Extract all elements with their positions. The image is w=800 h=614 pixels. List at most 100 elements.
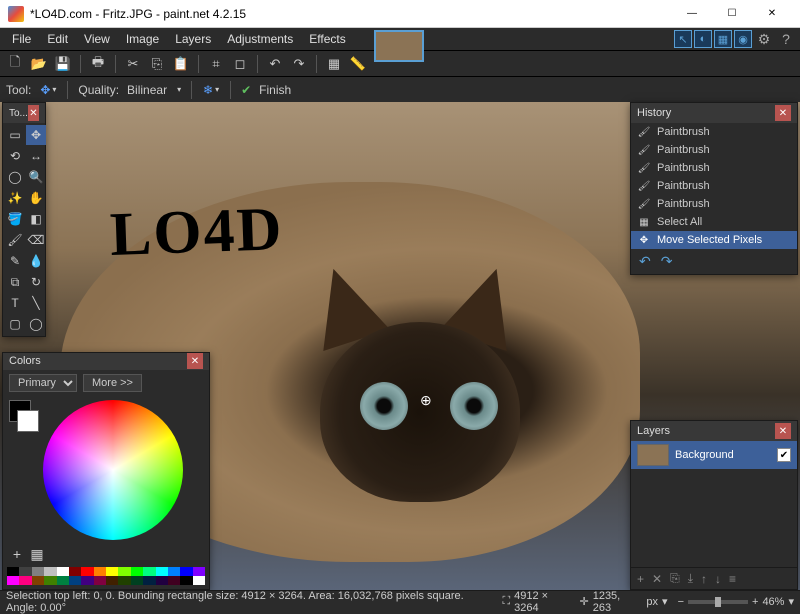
- palette-swatch[interactable]: [143, 567, 155, 576]
- move-tool-icon[interactable]: ✥▾: [39, 81, 57, 99]
- add-layer-icon[interactable]: +: [637, 572, 644, 586]
- menu-adjustments[interactable]: Adjustments: [219, 30, 301, 48]
- shapes-tool[interactable]: ◯: [26, 314, 46, 334]
- layer-item[interactable]: Background ✔: [631, 441, 797, 469]
- palette-swatch[interactable]: [131, 576, 143, 585]
- finish-button[interactable]: Finish: [259, 83, 291, 97]
- settings-icon[interactable]: ⚙: [754, 30, 774, 48]
- colors-panel-close-icon[interactable]: ✕: [187, 353, 203, 369]
- layer-visibility-checkbox[interactable]: ✔: [777, 448, 791, 462]
- lasso-tool[interactable]: ⟲: [5, 146, 25, 166]
- redo-button[interactable]: ↷: [661, 253, 673, 270]
- paint-bucket-tool[interactable]: 🪣: [5, 209, 25, 229]
- maximize-button[interactable]: ☐: [712, 0, 752, 28]
- palette-swatch[interactable]: [143, 576, 155, 585]
- colors-window-toggle-icon[interactable]: ◉: [734, 30, 752, 48]
- palette-swatch[interactable]: [156, 567, 168, 576]
- palette-swatch[interactable]: [57, 567, 69, 576]
- palette-swatch[interactable]: [131, 567, 143, 576]
- ellipse-select-tool[interactable]: ◯: [5, 167, 25, 187]
- text-tool[interactable]: T: [5, 293, 25, 313]
- palette-swatch[interactable]: [7, 576, 19, 585]
- document-thumbnail[interactable]: [374, 30, 424, 62]
- magic-wand-tool[interactable]: ✨: [5, 188, 25, 208]
- palette-swatch[interactable]: [180, 567, 192, 576]
- history-window-toggle-icon[interactable]: ◐: [694, 30, 712, 48]
- manage-palette-icon[interactable]: ▦: [29, 546, 45, 563]
- palette-swatch[interactable]: [168, 567, 180, 576]
- status-zoom[interactable]: 46%: [762, 596, 784, 608]
- minimize-button[interactable]: —: [672, 0, 712, 28]
- crop-icon[interactable]: ⌗: [207, 55, 225, 73]
- zoom-out-icon[interactable]: −: [678, 596, 684, 608]
- palette-swatch[interactable]: [81, 576, 93, 585]
- move-selection-tool[interactable]: ↔: [26, 146, 46, 166]
- recolor-tool[interactable]: ↻: [26, 272, 46, 292]
- merge-layer-icon[interactable]: ⤓: [688, 571, 693, 586]
- move-layer-up-icon[interactable]: ↑: [701, 572, 707, 586]
- close-button[interactable]: ✕: [752, 0, 792, 28]
- palette-swatch[interactable]: [32, 567, 44, 576]
- rectangle-tool[interactable]: ▢: [5, 314, 25, 334]
- sampling-icon[interactable]: ❄▾: [202, 81, 220, 99]
- ruler-icon[interactable]: 📏: [349, 55, 367, 73]
- clone-stamp-tool[interactable]: ⧉: [5, 272, 25, 292]
- palette-swatch[interactable]: [118, 567, 130, 576]
- move-layer-down-icon[interactable]: ↓: [715, 572, 721, 586]
- gradient-tool[interactable]: ◧: [26, 209, 46, 229]
- quality-value[interactable]: Bilinear: [127, 83, 167, 97]
- palette-swatch[interactable]: [69, 567, 81, 576]
- duplicate-layer-icon[interactable]: ⎘: [670, 571, 680, 586]
- palette-swatch[interactable]: [106, 576, 118, 585]
- new-icon[interactable]: 🗋: [6, 55, 24, 73]
- palette-swatch[interactable]: [19, 567, 31, 576]
- deselect-icon[interactable]: ◻: [231, 55, 249, 73]
- palette-swatch[interactable]: [19, 576, 31, 585]
- color-palette[interactable]: [7, 567, 205, 585]
- layers-window-toggle-icon[interactable]: ▦: [714, 30, 732, 48]
- palette-swatch[interactable]: [168, 576, 180, 585]
- palette-swatch[interactable]: [118, 576, 130, 585]
- palette-swatch[interactable]: [81, 567, 93, 576]
- layers-panel-close-icon[interactable]: ✕: [775, 423, 791, 439]
- open-icon[interactable]: 📂: [30, 55, 48, 73]
- eraser-tool[interactable]: ⌫: [26, 230, 46, 250]
- paste-icon[interactable]: 📋: [172, 55, 190, 73]
- history-item[interactable]: 🖌Paintbrush: [631, 123, 797, 141]
- zoom-slider[interactable]: [688, 600, 748, 604]
- palette-swatch[interactable]: [94, 576, 106, 585]
- palette-swatch[interactable]: [156, 576, 168, 585]
- history-item[interactable]: 🖌Paintbrush: [631, 159, 797, 177]
- palette-swatch[interactable]: [7, 567, 19, 576]
- palette-swatch[interactable]: [32, 576, 44, 585]
- pencil-tool[interactable]: ✎: [5, 251, 25, 271]
- palette-swatch[interactable]: [94, 567, 106, 576]
- palette-swatch[interactable]: [57, 576, 69, 585]
- menu-view[interactable]: View: [76, 30, 118, 48]
- color-swatches[interactable]: [9, 400, 37, 540]
- zoom-tool[interactable]: 🔍: [26, 167, 46, 187]
- color-wheel[interactable]: [43, 400, 183, 540]
- history-item[interactable]: 🖌Paintbrush: [631, 195, 797, 213]
- paintbrush-tool[interactable]: 🖌: [5, 230, 25, 250]
- palette-swatch[interactable]: [193, 576, 205, 585]
- zoom-in-icon[interactable]: +: [752, 596, 758, 608]
- status-unit[interactable]: px: [646, 596, 658, 608]
- quality-dropdown-icon[interactable]: ▾: [177, 85, 181, 94]
- pan-tool[interactable]: ✋: [26, 188, 46, 208]
- delete-layer-icon[interactable]: ✕: [652, 572, 662, 586]
- menu-file[interactable]: File: [4, 30, 39, 48]
- palette-swatch[interactable]: [106, 567, 118, 576]
- tools-window-toggle-icon[interactable]: ↖: [674, 30, 692, 48]
- copy-icon[interactable]: ⎘: [148, 55, 166, 73]
- color-mode-select[interactable]: Primary: [9, 374, 77, 392]
- history-item[interactable]: ✥Move Selected Pixels: [631, 231, 797, 249]
- palette-swatch[interactable]: [69, 576, 81, 585]
- menu-edit[interactable]: Edit: [39, 30, 76, 48]
- redo-icon[interactable]: ↷: [290, 55, 308, 73]
- move-selected-pixels-tool[interactable]: ✥: [26, 125, 46, 145]
- palette-swatch[interactable]: [44, 567, 56, 576]
- menu-layers[interactable]: Layers: [167, 30, 219, 48]
- layer-properties-icon[interactable]: ≡: [729, 572, 736, 586]
- history-item[interactable]: ▦Select All: [631, 213, 797, 231]
